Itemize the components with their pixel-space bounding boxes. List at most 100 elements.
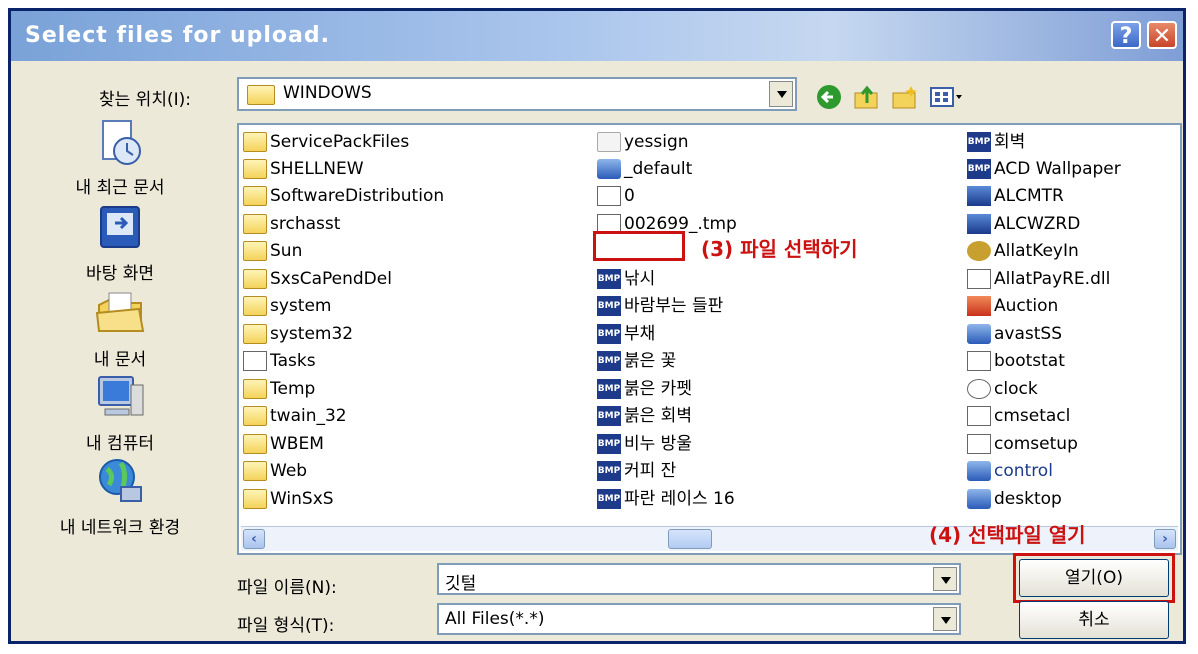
- list-item[interactable]: Auction: [967, 293, 1058, 319]
- list-item[interactable]: desktop: [967, 486, 1062, 512]
- place-my-computer[interactable]: 내 컴퓨터: [15, 371, 225, 454]
- list-item[interactable]: ALCWZRD: [967, 211, 1080, 237]
- list-item[interactable]: AllatKeyIn: [967, 238, 1079, 264]
- selected-file-highlight: [593, 231, 685, 261]
- folder-icon: [243, 461, 267, 481]
- place-recent-documents[interactable]: 내 최근 문서: [15, 115, 225, 198]
- place-label: 내 문서: [93, 350, 147, 370]
- bmp-icon: BMP: [597, 379, 621, 399]
- folder-icon: [243, 214, 267, 234]
- file-icon: [967, 406, 991, 426]
- list-item[interactable]: AllatPayRE.dll: [967, 266, 1110, 292]
- list-item[interactable]: BMP 회벽: [967, 129, 1025, 155]
- folder-icon: [243, 434, 267, 454]
- list-item[interactable]: 0: [597, 183, 635, 209]
- folder-icon: [243, 269, 267, 289]
- place-desktop[interactable]: 바탕 화면: [15, 201, 225, 284]
- dialog-title: Select files for upload.: [25, 23, 330, 48]
- cancel-button[interactable]: 취소: [1019, 601, 1169, 639]
- filetype-dropdown[interactable]: All Files(*.*): [437, 603, 961, 635]
- list-item[interactable]: cmsetacl: [967, 403, 1070, 429]
- bmp-icon: BMP: [597, 324, 621, 344]
- list-item[interactable]: ServicePackFiles: [243, 129, 409, 155]
- scheduled-tasks-icon: [243, 351, 267, 371]
- list-item[interactable]: BMP 바람부는 들판: [597, 293, 723, 319]
- list-item[interactable]: BMP 붉은 카펫: [597, 376, 692, 402]
- folder-icon: [243, 159, 267, 179]
- bmp-icon: BMP: [597, 489, 621, 509]
- chevron-down-icon[interactable]: [933, 567, 957, 591]
- list-item[interactable]: _default: [597, 156, 692, 182]
- scroll-thumb[interactable]: [668, 529, 712, 549]
- annotation-open-file: (4) 선택파일 열기: [929, 523, 1086, 547]
- list-item[interactable]: Temp: [243, 376, 315, 402]
- list-item[interactable]: avastSS: [967, 321, 1062, 347]
- list-item[interactable]: Web: [243, 458, 307, 484]
- list-item[interactable]: Tasks: [243, 348, 316, 374]
- list-item[interactable]: Sun: [243, 238, 302, 264]
- list-item[interactable]: BMP ACD Wallpaper: [967, 156, 1121, 182]
- places-bar: 내 최근 문서 바탕 화면 내 문서 내 컴퓨터 내 네트워크 환경: [15, 115, 225, 545]
- list-item[interactable]: control: [967, 458, 1053, 484]
- filename-input[interactable]: 깃털: [437, 563, 961, 595]
- folder-icon: [243, 379, 267, 399]
- folder-icon: [243, 132, 267, 152]
- media-file-icon: [597, 159, 621, 179]
- list-item[interactable]: bootstat: [967, 348, 1065, 374]
- place-label: 내 네트워크 환경: [59, 518, 181, 538]
- place-label: 내 최근 문서: [75, 178, 165, 198]
- list-item[interactable]: BMP 커피 잔: [597, 458, 676, 484]
- view-menu-icon[interactable]: [929, 83, 965, 111]
- folder-icon: [243, 406, 267, 426]
- folder-icon: [247, 85, 275, 105]
- list-item[interactable]: yessign: [597, 129, 689, 155]
- title-bar[interactable]: Select files for upload. ? ✕: [11, 11, 1183, 61]
- look-in-value: WINDOWS: [283, 83, 372, 103]
- close-button[interactable]: ✕: [1147, 21, 1177, 49]
- app-icon: [967, 214, 991, 234]
- place-my-documents[interactable]: 내 문서: [15, 287, 225, 370]
- list-item[interactable]: BMP 파란 레이스 16: [597, 486, 735, 512]
- list-item[interactable]: system: [243, 293, 331, 319]
- list-item[interactable]: BMP 붉은 회벽: [597, 403, 692, 429]
- list-item[interactable]: ALCMTR: [967, 183, 1064, 209]
- list-item[interactable]: WBEM: [243, 431, 324, 457]
- auction-icon: [967, 296, 991, 316]
- place-network[interactable]: 내 네트워크 환경: [15, 455, 225, 538]
- list-item[interactable]: BMP 비누 방울: [597, 431, 692, 457]
- bmp-icon: BMP: [967, 159, 991, 179]
- bmp-icon: BMP: [597, 296, 621, 316]
- chevron-down-icon[interactable]: [769, 81, 793, 107]
- place-label: 바탕 화면: [86, 264, 154, 284]
- scroll-left-icon[interactable]: ‹: [243, 529, 265, 549]
- filetype-value: All Files(*.*): [445, 609, 545, 629]
- list-item[interactable]: WinSxS: [243, 486, 334, 512]
- list-item[interactable]: system32: [243, 321, 353, 347]
- list-item[interactable]: SxsCaPendDel: [243, 266, 392, 292]
- scroll-right-icon[interactable]: ›: [1154, 529, 1176, 549]
- list-item[interactable]: BMP 부채: [597, 321, 655, 347]
- list-item[interactable]: BMP 붉은 꽃: [597, 348, 676, 374]
- back-icon[interactable]: [815, 83, 843, 111]
- up-folder-icon[interactable]: [853, 83, 881, 111]
- folder-icon: [243, 489, 267, 509]
- look-in-dropdown[interactable]: WINDOWS: [237, 77, 797, 111]
- activex-icon: [967, 241, 991, 261]
- file-list[interactable]: ServicePackFiles SHELLNEW SoftwareDistri…: [237, 123, 1182, 555]
- list-item[interactable]: srchasst: [243, 211, 340, 237]
- help-button[interactable]: ?: [1111, 21, 1141, 49]
- list-item[interactable]: twain_32: [243, 403, 347, 429]
- list-item[interactable]: SHELLNEW: [243, 156, 364, 182]
- list-item[interactable]: clock: [967, 376, 1038, 402]
- list-item[interactable]: BMP 낚시: [597, 266, 655, 292]
- chevron-down-icon[interactable]: [933, 607, 957, 631]
- filename-label: 파일 이름(N):: [237, 578, 337, 598]
- folder-icon: [597, 132, 621, 152]
- list-item[interactable]: SoftwareDistribution: [243, 183, 444, 209]
- bmp-icon: BMP: [597, 269, 621, 289]
- screensaver-icon: [967, 324, 991, 344]
- file-icon: [967, 351, 991, 371]
- new-folder-icon[interactable]: [891, 83, 919, 111]
- clock-icon: [967, 379, 991, 399]
- list-item[interactable]: comsetup: [967, 431, 1078, 457]
